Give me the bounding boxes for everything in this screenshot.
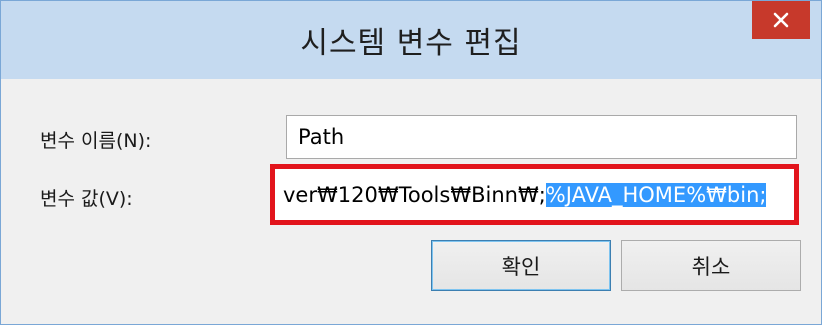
cancel-button[interactable]: 취소: [621, 240, 801, 291]
variable-name-field[interactable]: Path: [286, 115, 797, 159]
edit-system-variable-dialog: 시스템 변수 편집 변수 이름(N): Path 변수 값(V): ver₩12…: [0, 0, 822, 325]
variable-value-label: 변수 값(V):: [40, 188, 133, 210]
variable-value-text: ver₩120₩Tools₩Binn₩;: [283, 182, 546, 207]
dialog-title: 시스템 변수 편집: [300, 26, 522, 61]
variable-name-text: Path: [298, 125, 345, 149]
variable-value-field[interactable]: ver₩120₩Tools₩Binn₩; %JAVA_HOME%₩bin;: [270, 164, 799, 225]
variable-value-selected-text: %JAVA_HOME%₩bin;: [545, 182, 767, 207]
dialog-body: 변수 이름(N): Path 변수 값(V): ver₩120₩Tools₩Bi…: [12, 79, 810, 315]
variable-name-label: 변수 이름(N):: [40, 130, 152, 152]
title-bar[interactable]: 시스템 변수 편집: [1, 1, 821, 79]
close-icon: [773, 12, 789, 28]
ok-button[interactable]: 확인: [431, 240, 611, 291]
close-button[interactable]: [752, 1, 810, 39]
